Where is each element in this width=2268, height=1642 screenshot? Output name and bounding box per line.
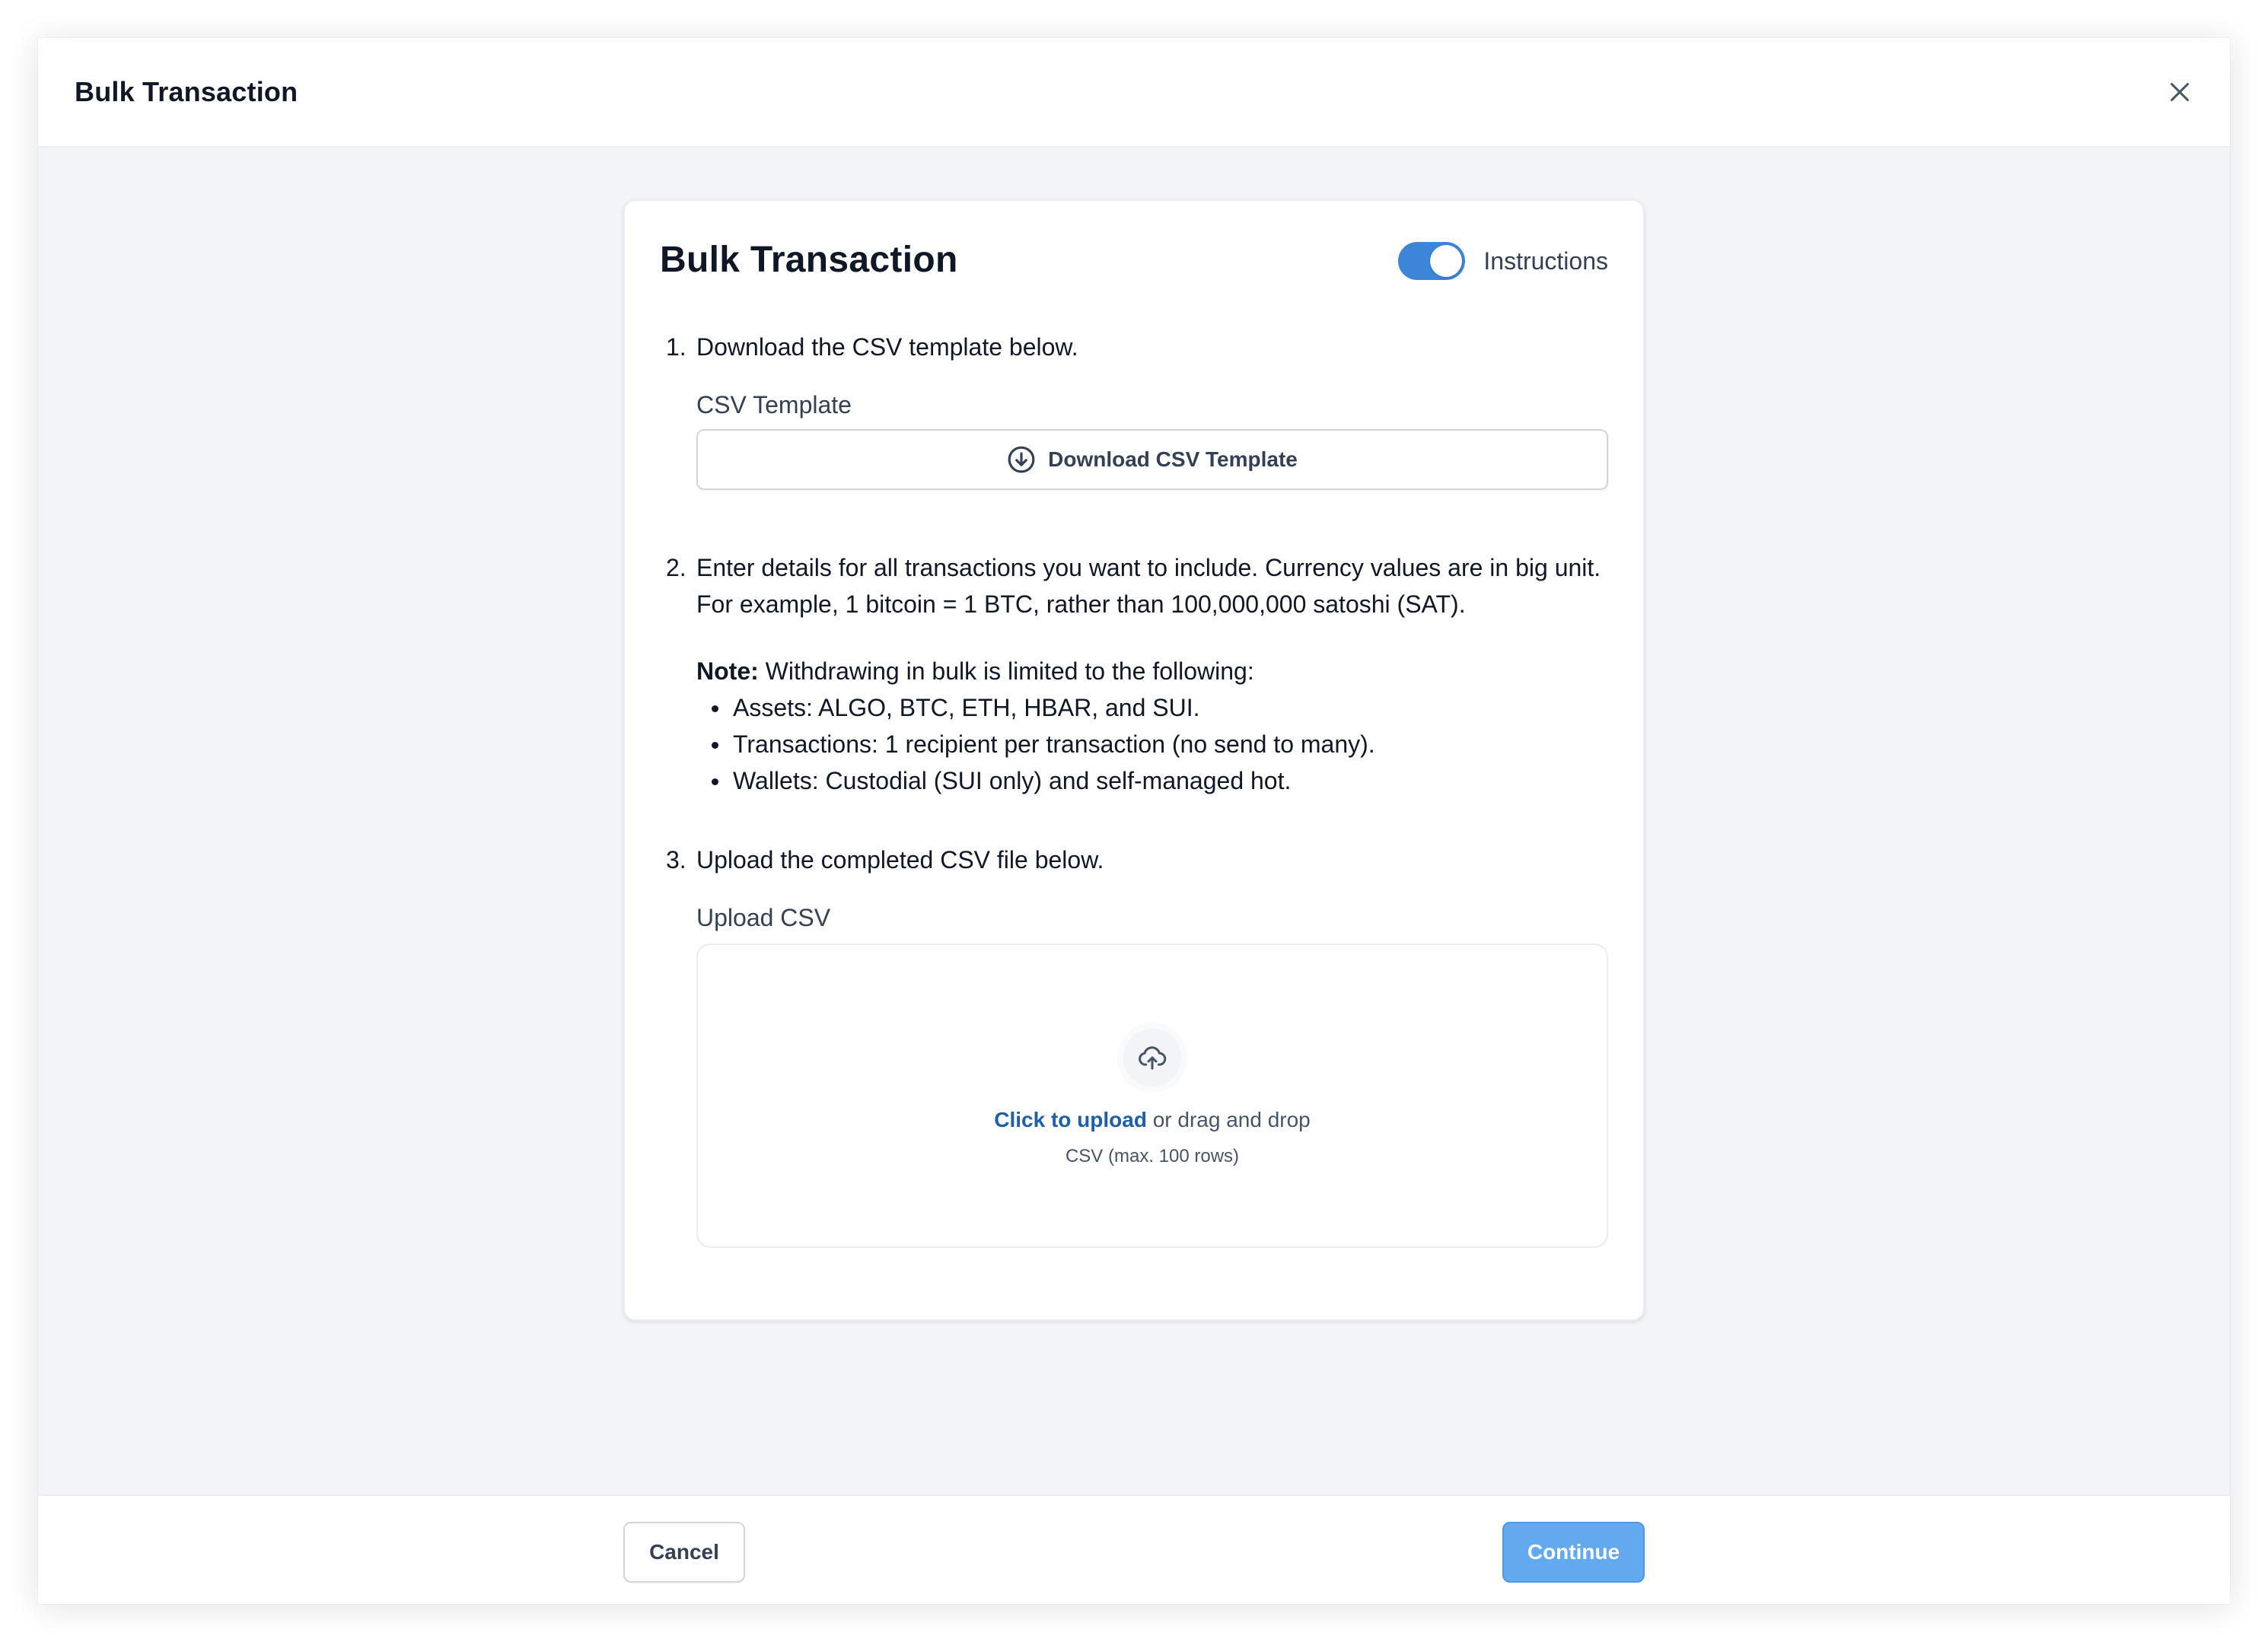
card-title: Bulk Transaction [660,240,958,280]
list-item: Assets: ALGO, BTC, ETH, HBAR, and SUI. [696,689,1608,726]
upload-hint: CSV (max. 100 rows) [1065,1146,1240,1166]
note-label: Note: [696,657,759,685]
close-icon [2171,83,2189,101]
instructions-toggle-label: Instructions [1483,247,1608,275]
note-line: Note: Withdrawing in bulk is limited to … [696,653,1608,689]
step-1-number: 1. [666,333,686,361]
bulk-transaction-modal: Bulk Transaction Bulk Transaction Instru… [38,38,2230,1604]
note-block: Note: Withdrawing in bulk is limited to … [696,653,1608,799]
drag-and-drop-text: or drag and drop [1146,1108,1311,1131]
csv-upload-dropzone[interactable]: Click to upload or drag and drop CSV (ma… [696,944,1608,1248]
step-2: 2. Enter details for all transactions yo… [660,549,1608,622]
upload-icon-container [1117,1023,1187,1093]
download-csv-template-label: Download CSV Template [1048,447,1298,471]
upload-instruction: Click to upload or drag and drop [698,1108,1607,1132]
toggle-knob [1430,245,1463,277]
download-circle-icon [1008,446,1035,473]
list-item: Transactions: 1 recipient per transactio… [696,726,1608,762]
instructions-toggle-group: Instructions [1398,242,1608,280]
step-1-text: Download the CSV template below. [696,333,1078,361]
note-bullets: Assets: ALGO, BTC, ETH, HBAR, and SUI. T… [696,689,1608,799]
click-to-upload-link[interactable]: Click to upload [994,1108,1147,1131]
note-text: Withdrawing in bulk is limited to the fo… [758,657,1254,685]
step-1: 1. Download the CSV template below. [660,329,1608,365]
step-3: 3. Upload the completed CSV file below. [660,842,1608,878]
upload-csv-label: Upload CSV [696,904,831,931]
cloud-upload-icon [1139,1046,1167,1070]
instructions-toggle[interactable] [1398,242,1466,280]
modal-footer: Cancel Continue [38,1494,2230,1604]
modal-title: Bulk Transaction [75,76,298,107]
step-2-text: Enter details for all transactions you w… [696,554,1601,618]
list-item: Wallets: Custodial (SUI only) and self-m… [696,762,1608,799]
step-2-number: 2. [666,554,686,581]
modal-header: Bulk Transaction [38,38,2230,148]
close-button[interactable] [2158,71,2201,113]
csv-template-label: CSV Template [696,391,852,418]
bulk-transaction-card: Bulk Transaction Instructions 1. Downloa… [623,199,1645,1321]
download-csv-template-button[interactable]: Download CSV Template [696,429,1608,490]
step-3-number: 3. [666,846,686,874]
step-3-text: Upload the completed CSV file below. [696,846,1104,874]
continue-button[interactable]: Continue [1502,1522,1645,1583]
cancel-button[interactable]: Cancel [623,1522,745,1583]
